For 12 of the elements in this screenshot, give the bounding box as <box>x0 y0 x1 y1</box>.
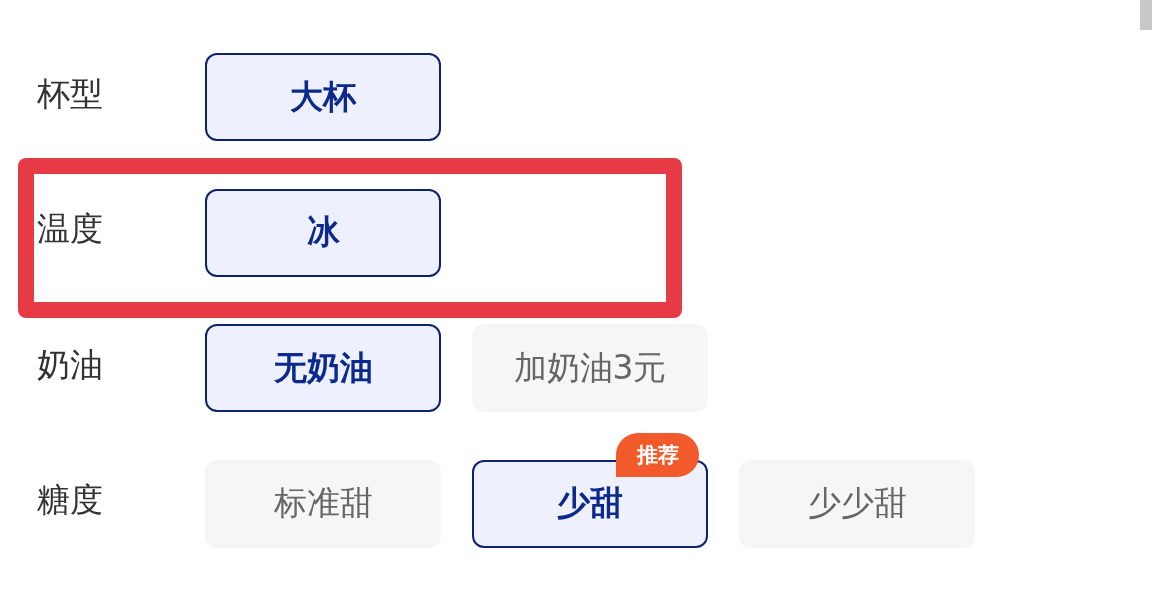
option-button[interactable]: 无奶油 <box>205 324 441 412</box>
option-button[interactable]: 标准甜 <box>205 459 441 548</box>
option-button[interactable]: 加奶油3元 <box>472 324 708 412</box>
option-label: 糖度 <box>37 483 104 516</box>
option-button[interactable]: 大杯 <box>205 53 441 141</box>
option-button[interactable]: 冰 <box>205 188 441 277</box>
scrollbar-thumb <box>1140 0 1152 30</box>
option-label: 奶油 <box>37 347 104 381</box>
option-label: 杯型 <box>37 76 104 110</box>
recommend-badge: 推荐 <box>616 432 699 477</box>
option-button[interactable]: 少少甜 <box>739 459 975 548</box>
option-label: 温度 <box>37 212 104 245</box>
